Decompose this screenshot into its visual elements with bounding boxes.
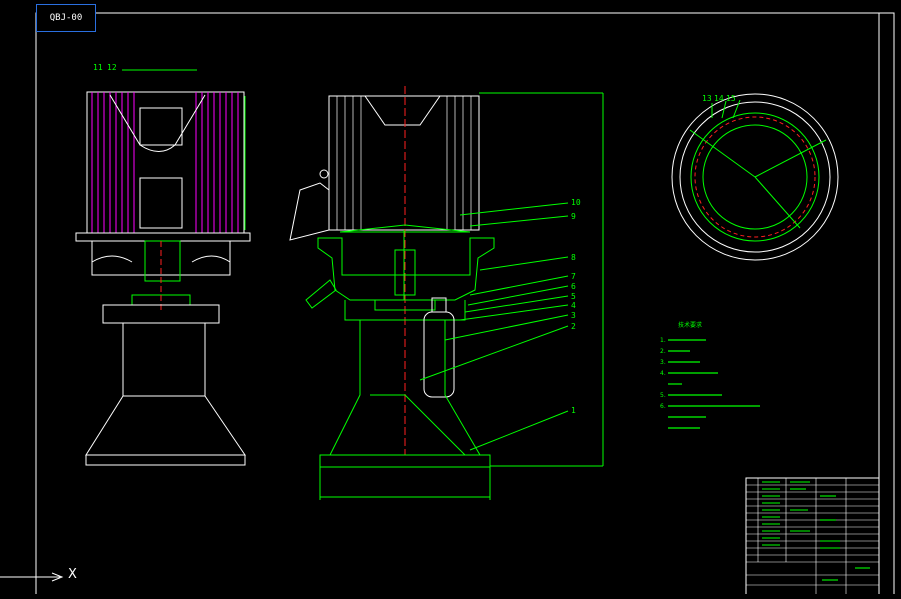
part-number-13: 13 <box>702 94 712 103</box>
svg-text:2.: 2. <box>660 348 666 355</box>
part-number-15: 15 <box>726 94 736 103</box>
part-number-8: 8 <box>571 253 576 262</box>
part-number-12: 12 <box>107 63 117 72</box>
title-block <box>745 477 880 596</box>
part-number-7: 7 <box>571 272 576 281</box>
left-base-flare <box>85 395 246 456</box>
part-number-5: 5 <box>571 292 576 301</box>
center-housing <box>317 237 495 301</box>
part-number-11: 11 <box>93 63 103 72</box>
part-number-14: 14 <box>714 94 724 103</box>
part-number-1: 1 <box>571 406 576 415</box>
svg-text:5.: 5. <box>660 392 666 399</box>
part-number-6: 6 <box>571 282 576 291</box>
part-number-3: 3 <box>571 311 576 320</box>
technical-notes: 技术要求 1. 2. 3. 4. 5. 6. <box>660 321 702 410</box>
left-cone-inner <box>109 94 206 146</box>
ucs-icon <box>0 572 64 582</box>
svg-text:4.: 4. <box>660 370 666 377</box>
svg-text:3.: 3. <box>660 359 666 366</box>
layout-tabs-strip[interactable] <box>0 594 901 599</box>
part-number-2: 2 <box>571 322 576 331</box>
svg-text:6.: 6. <box>660 403 666 410</box>
cad-drawing-canvas: 11 12 10 9 8 7 6 5 4 3 2 1 13 14 15 技术要求… <box>0 12 895 596</box>
ucs-x-label: X <box>68 567 77 582</box>
center-drum <box>328 95 480 231</box>
part-number-4: 4 <box>571 301 576 310</box>
right-plan-view <box>671 93 839 261</box>
svg-text:1.: 1. <box>660 337 666 344</box>
part-number-9: 9 <box>571 212 576 221</box>
part-number-10: 10 <box>571 198 581 207</box>
center-view <box>289 86 604 500</box>
left-view <box>75 69 251 466</box>
notes-heading: 技术要求 <box>678 321 702 329</box>
drawing-tag[interactable]: QBJ-00 <box>36 4 96 32</box>
